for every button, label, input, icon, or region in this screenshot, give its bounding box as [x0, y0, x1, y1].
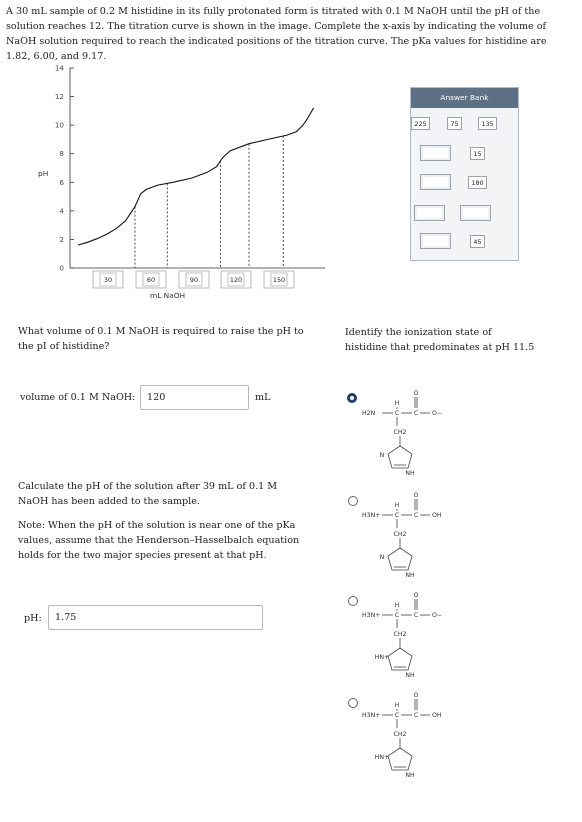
empty-chip[interactable]	[420, 233, 451, 249]
acid-group: OH	[432, 712, 442, 719]
ring-nitrogen: HN+	[375, 654, 389, 661]
amine-group: H3N+	[362, 612, 380, 619]
question-note: Note: When the pH of the solution is nea…	[18, 520, 300, 561]
ph-label: pH:	[24, 613, 42, 624]
slot-value: 30	[104, 276, 112, 284]
empty-chip[interactable]	[420, 174, 451, 190]
structure-option-4: H3N+ CHCOOHCH2HN+NH	[362, 692, 442, 779]
volume-unit: mL	[255, 392, 271, 403]
problem-statement: A 30 mL sample of 0.2 M histidine in its…	[6, 6, 547, 62]
carboxyl-carbon: C	[414, 512, 418, 519]
carbonyl-oxygen: O	[414, 592, 419, 599]
answer-bank: Answer Bank 225 75 135 15 180 45	[410, 87, 519, 261]
methylene-group: CH2	[394, 429, 407, 436]
y-axis-label: pH	[38, 169, 48, 178]
answer-chip[interactable]: 180	[468, 176, 487, 189]
ring-nitrogen: N	[380, 554, 385, 561]
y-tick-label: 4	[59, 206, 64, 215]
slot-value: 120	[230, 276, 242, 284]
slot-value: 150	[273, 276, 285, 284]
amine-group: H3N+	[362, 712, 380, 719]
alpha-carbon: C	[395, 512, 399, 519]
y-tick-label: 14	[55, 64, 65, 73]
alpha-carbon: C	[395, 712, 399, 719]
ring-nh: NH	[405, 572, 415, 579]
titration-chart: 0 2 4 6 8 10 12 14 30 60 90 120 150 pH mL NaOH	[38, 64, 325, 300]
methylene-group: CH2	[394, 731, 407, 738]
y-tick-label: 2	[59, 235, 64, 244]
answer-chip[interactable]: 225	[411, 117, 430, 130]
amine-group: H3N+	[362, 512, 380, 519]
carboxyl-carbon: C	[414, 612, 418, 619]
carbonyl-oxygen: O	[414, 692, 419, 699]
empty-chip[interactable]	[460, 205, 491, 221]
structure-option-3: H3N+ CHCOO−CH2HN+NH	[362, 592, 442, 679]
titration-curve	[77, 107, 315, 268]
carbonyl-oxygen: O	[414, 492, 419, 499]
structure-option-1: H2N CHCOO−CH2NNH	[362, 390, 442, 477]
empty-chip[interactable]	[420, 145, 451, 161]
alpha-hydrogen: H	[395, 702, 400, 709]
y-tick-label: 0	[59, 264, 64, 273]
answer-chip[interactable]: 45	[470, 235, 485, 248]
volume-input[interactable]: 120	[140, 385, 249, 410]
answer-bank-title: Answer Bank	[411, 88, 518, 108]
y-tick-label: 8	[59, 149, 64, 158]
slot-value: 60	[147, 276, 155, 284]
y-tick-label: 12	[55, 92, 64, 101]
slot-value: 90	[190, 276, 198, 284]
carbonyl-oxygen: O	[414, 390, 419, 397]
option-radio-4[interactable]	[348, 698, 358, 708]
acid-group: O−	[432, 410, 442, 417]
question-volume: What volume of 0.1 M NaOH is required to…	[18, 326, 304, 352]
carboxyl-carbon: C	[414, 410, 418, 417]
titration-curve-line	[77, 107, 315, 246]
alpha-carbon: C	[395, 612, 399, 619]
answer-chip[interactable]: 15	[470, 147, 485, 160]
volume-label: volume of 0.1 M NaOH:	[20, 392, 136, 403]
acid-group: OH	[432, 512, 442, 519]
ph-input[interactable]: 1.75	[48, 605, 263, 630]
question-ph: Calculate the pH of the solution after 3…	[18, 481, 278, 507]
option-radio-3[interactable]	[348, 596, 358, 606]
alpha-carbon: C	[395, 410, 399, 417]
acid-group: O−	[432, 612, 442, 619]
ring-nh: NH	[405, 672, 415, 679]
question-ionization: Identify the ionization state of histidi…	[345, 327, 535, 353]
alpha-hydrogen: H	[395, 400, 400, 407]
carboxyl-carbon: C	[414, 712, 418, 719]
answer-chip[interactable]: 135	[478, 117, 497, 130]
y-tick-label: 10	[55, 121, 65, 130]
option-radio-1[interactable]	[347, 393, 357, 403]
chart-axes: 0 2 4 6 8 10 12 14	[55, 64, 325, 273]
alpha-hydrogen: H	[395, 502, 400, 509]
empty-chip[interactable]	[414, 205, 445, 221]
alpha-hydrogen: H	[395, 602, 400, 609]
x-axis-slots: 30 60 90 120 150	[92, 270, 295, 289]
structure-option-2: H3N+ CHCOOHCH2NNH	[362, 492, 442, 579]
ring-nh: NH	[405, 470, 415, 477]
methylene-group: CH2	[394, 631, 407, 638]
ring-nitrogen: N	[380, 452, 385, 459]
amine-group: H2N	[362, 410, 376, 417]
ring-nitrogen: HN+	[375, 754, 389, 761]
option-radio-2[interactable]	[348, 496, 358, 506]
y-tick-label: 6	[59, 178, 64, 187]
methylene-group: CH2	[394, 531, 407, 538]
x-axis-label: mL NaOH	[150, 291, 185, 300]
ring-nh: NH	[405, 772, 415, 779]
answer-chip[interactable]: 75	[447, 117, 462, 130]
